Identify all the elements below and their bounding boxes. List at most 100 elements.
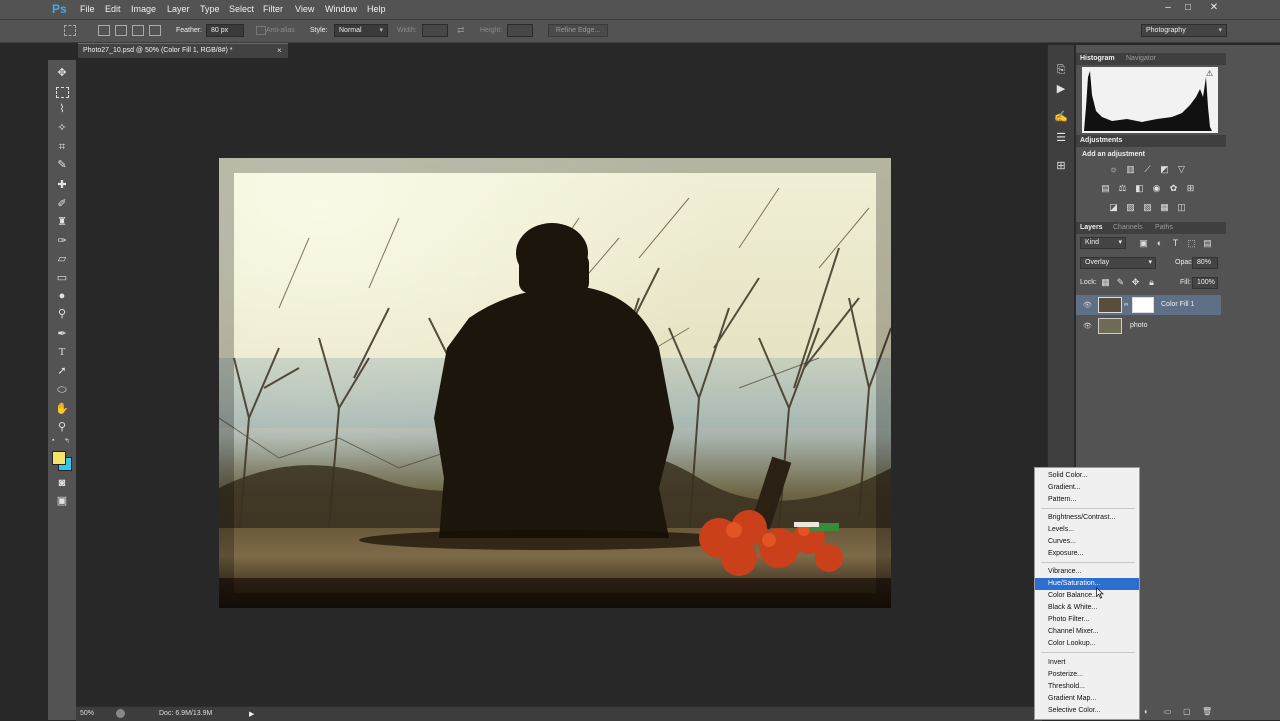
- new-layer-icon[interactable]: ▢: [1183, 707, 1191, 716]
- lock-position-icon[interactable]: ✥: [1130, 277, 1141, 288]
- swap-icon[interactable]: ⇄: [457, 25, 465, 36]
- tab-layers[interactable]: Layers: [1080, 224, 1103, 231]
- properties-panel-icon[interactable]: ☰: [1054, 131, 1068, 145]
- screen-mode-icon[interactable]: ▣: [55, 494, 69, 508]
- menu-item-gradient[interactable]: Gradient...: [1035, 482, 1139, 494]
- menu-item-vibrance[interactable]: Vibrance...: [1035, 566, 1139, 578]
- vibrance-icon[interactable]: ▤: [1100, 183, 1111, 194]
- foreground-color-swatch[interactable]: [52, 451, 66, 465]
- status-menu-arrow-icon[interactable]: ▶: [249, 710, 254, 718]
- path-selection-tool-icon[interactable]: ➚: [55, 364, 69, 378]
- photo-filter-icon[interactable]: ✿: [1168, 183, 1179, 194]
- new-adjustment-layer-icon[interactable]: ◐: [1144, 707, 1149, 716]
- tab-histogram[interactable]: Histogram: [1080, 55, 1115, 62]
- link-icon[interactable]: ∞: [1124, 302, 1128, 308]
- clone-stamp-tool-icon[interactable]: ♜: [55, 215, 69, 229]
- lock-icon[interactable]: 🔒︎: [1146, 277, 1157, 288]
- filter-pixel-icon[interactable]: ▣: [1138, 238, 1149, 249]
- lock-image-icon[interactable]: ✎: [1115, 277, 1126, 288]
- color-lookup-icon[interactable]: ⊞: [1185, 183, 1196, 194]
- gradient-adj-icon[interactable]: ▽: [1176, 164, 1187, 175]
- menu-image[interactable]: Image: [131, 3, 156, 15]
- layer-row[interactable]: 👁︎ photo: [1076, 316, 1221, 336]
- healing-brush-tool-icon[interactable]: ✚: [55, 178, 69, 192]
- feather-input[interactable]: 80 px: [206, 24, 244, 37]
- intersect-selection-icon[interactable]: [149, 25, 161, 36]
- lasso-tool-icon[interactable]: ⌇: [55, 102, 69, 116]
- tab-paths[interactable]: Paths: [1155, 224, 1173, 231]
- document-tab[interactable]: Photo27_10.psd @ 50% (Color Fill 1, RGB/…: [78, 43, 288, 59]
- menu-view[interactable]: View: [295, 3, 314, 15]
- menu-item-exposure[interactable]: Exposure...: [1035, 548, 1139, 560]
- selective-color-icon[interactable]: ◫: [1176, 202, 1187, 213]
- refine-edge-button[interactable]: Refine Edge...: [548, 24, 608, 37]
- add-selection-icon[interactable]: [115, 25, 127, 36]
- eyedropper-tool-icon[interactable]: ✎: [55, 158, 69, 172]
- menu-edit[interactable]: Edit: [105, 3, 121, 15]
- height-input[interactable]: [507, 24, 533, 37]
- menu-filter[interactable]: Filter: [263, 3, 283, 15]
- move-tool-icon[interactable]: ✥: [55, 66, 69, 80]
- brightness-icon[interactable]: ☼: [1108, 164, 1119, 175]
- menu-item-posterize[interactable]: Posterize...: [1035, 669, 1139, 681]
- opacity-input[interactable]: 80%: [1192, 257, 1218, 269]
- posterize-icon[interactable]: ▨: [1125, 202, 1136, 213]
- menu-item-channel-mixer[interactable]: Channel Mixer...: [1035, 626, 1139, 638]
- menu-item-hue-saturation[interactable]: Hue/Saturation...: [1035, 578, 1139, 590]
- invert-icon[interactable]: ◪: [1108, 202, 1119, 213]
- tab-adjustments[interactable]: Adjustments: [1080, 137, 1122, 144]
- marquee-tool-icon[interactable]: [56, 87, 69, 98]
- pen-tool-icon[interactable]: ✒: [55, 327, 69, 341]
- zoom-level[interactable]: 50%: [80, 710, 94, 717]
- close-icon[interactable]: ×: [277, 46, 282, 55]
- info-panel-icon[interactable]: ⊞: [1054, 159, 1068, 173]
- crop-tool-icon[interactable]: ⌗: [55, 140, 69, 154]
- exposure-icon[interactable]: ◩: [1159, 164, 1170, 175]
- history-panel-icon[interactable]: ⎘: [1054, 63, 1068, 77]
- curves-icon[interactable]: ⟋: [1142, 164, 1153, 175]
- restore-button[interactable]: □: [1179, 1, 1197, 15]
- threshold-icon[interactable]: ▧: [1142, 202, 1153, 213]
- document-canvas-photo[interactable]: [219, 158, 891, 608]
- delete-layer-icon[interactable]: 🗑︎: [1202, 707, 1212, 716]
- lock-transparent-icon[interactable]: ▦: [1100, 277, 1111, 288]
- gradient-tool-icon[interactable]: ▭: [55, 271, 69, 285]
- style-select[interactable]: Normal ▾: [334, 24, 388, 37]
- menu-select[interactable]: Select: [229, 3, 254, 15]
- close-window-button[interactable]: ✕: [1205, 1, 1223, 15]
- eye-icon[interactable]: 👁︎: [1083, 301, 1092, 309]
- eye-icon[interactable]: 👁︎: [1083, 322, 1092, 330]
- menu-item-gradient-map[interactable]: Gradient Map...: [1035, 693, 1139, 705]
- new-selection-icon[interactable]: [98, 25, 110, 36]
- menu-item-color-lookup[interactable]: Color Lookup...: [1035, 638, 1139, 650]
- workspace-select[interactable]: Photography ▾: [1141, 24, 1227, 37]
- eraser-tool-icon[interactable]: ▱: [55, 252, 69, 266]
- tab-navigator[interactable]: Navigator: [1126, 55, 1156, 62]
- filter-type-icon[interactable]: T: [1170, 238, 1181, 249]
- gradient-map-icon[interactable]: ▦: [1159, 202, 1170, 213]
- ellipse-tool-icon[interactable]: ⬭: [55, 383, 69, 397]
- type-tool-icon[interactable]: T: [55, 345, 69, 359]
- black-white-icon[interactable]: ◉: [1151, 183, 1162, 194]
- menu-item-curves[interactable]: Curves...: [1035, 536, 1139, 548]
- default-colors-icon[interactable]: ▪: [52, 437, 54, 444]
- history-brush-tool-icon[interactable]: ✑: [55, 234, 69, 248]
- menu-item-brightness-contrast[interactable]: Brightness/Contrast...: [1035, 512, 1139, 524]
- new-group-icon[interactable]: ▭: [1164, 707, 1172, 716]
- swap-colors-icon[interactable]: ↰: [64, 437, 70, 445]
- layer-filter-kind-select[interactable]: Kind ▾: [1080, 237, 1126, 249]
- color-balance-icon[interactable]: ◧: [1134, 183, 1145, 194]
- menu-item-invert[interactable]: Invert: [1035, 657, 1139, 669]
- zoom-tool-icon[interactable]: ⚲: [55, 420, 69, 434]
- filter-adjustment-icon[interactable]: ◐: [1154, 238, 1165, 249]
- width-input[interactable]: [422, 24, 448, 37]
- menu-item-solid-color[interactable]: Solid Color...: [1035, 470, 1139, 482]
- menu-item-levels[interactable]: Levels...: [1035, 524, 1139, 536]
- antialias-checkbox[interactable]: [256, 26, 266, 35]
- warning-icon[interactable]: ⚠: [1206, 69, 1213, 78]
- menu-item-color-balance[interactable]: Color Balance...: [1035, 590, 1139, 602]
- brush-panel-icon[interactable]: ✍: [1054, 110, 1068, 124]
- menu-item-selective-color[interactable]: Selective Color...: [1035, 705, 1139, 717]
- menu-file[interactable]: File: [80, 3, 95, 15]
- blur-tool-icon[interactable]: ●: [55, 289, 69, 303]
